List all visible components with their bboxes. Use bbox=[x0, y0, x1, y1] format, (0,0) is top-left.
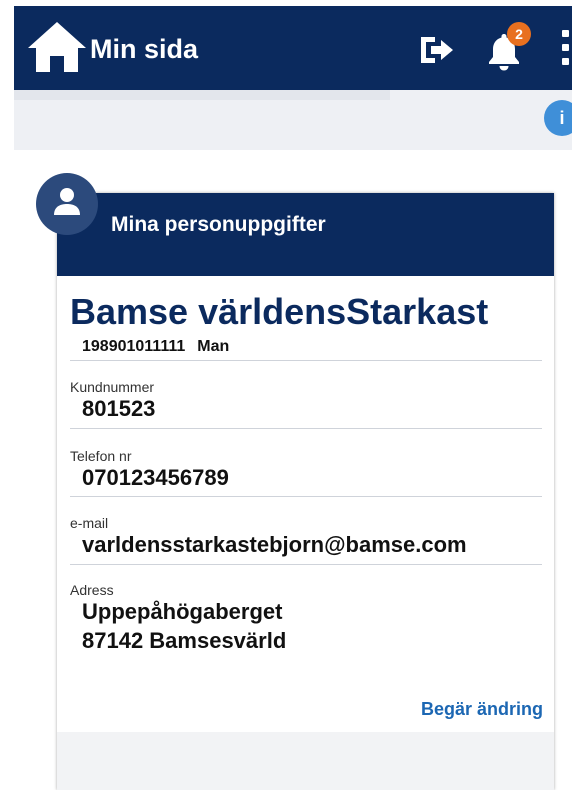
personal-info-card: Mina personuppgifter Bamse världensStark… bbox=[57, 193, 554, 790]
id-line: 198901011111 Man bbox=[82, 338, 241, 356]
field-value-telefon: 070123456789 bbox=[82, 465, 229, 490]
card-header: Mina personuppgifter bbox=[57, 193, 554, 276]
avatar bbox=[36, 173, 98, 235]
divider bbox=[70, 360, 542, 361]
field-value-kundnummer: 801523 bbox=[82, 396, 156, 421]
field-value-email: varldensstarkastebjorn@bamse.com bbox=[82, 532, 467, 557]
top-nav-bar: Min sida 2 bbox=[14, 6, 572, 90]
sub-bar: i bbox=[14, 90, 572, 150]
request-change-link[interactable]: Begär ändring bbox=[421, 699, 543, 720]
notification-badge: 2 bbox=[507, 22, 531, 46]
field-label-address: Adress bbox=[70, 582, 114, 598]
card-body: Bamse världensStarkast 198901011111 Man K… bbox=[57, 276, 554, 732]
field-label-telefon: Telefon nr bbox=[70, 448, 132, 464]
subbar-shadow bbox=[14, 90, 390, 100]
personnummer: 198901011111 bbox=[82, 338, 186, 355]
section-title: Mina personuppgifter bbox=[111, 213, 326, 236]
divider bbox=[70, 564, 542, 565]
address-line-2: 87142 Bamsesvärld bbox=[82, 628, 287, 653]
person-icon bbox=[54, 188, 80, 215]
divider bbox=[70, 428, 542, 429]
field-label-kundnummer: Kundnummer bbox=[70, 379, 155, 395]
home-icon[interactable] bbox=[26, 18, 88, 74]
divider bbox=[70, 496, 542, 497]
logout-icon[interactable] bbox=[417, 34, 457, 66]
gender: Man bbox=[197, 338, 230, 355]
app-title: Min sida bbox=[90, 34, 199, 64]
more-vertical-icon[interactable] bbox=[562, 30, 572, 74]
notifications-button[interactable]: 2 bbox=[484, 22, 531, 74]
customer-name: Bamse världensStarkast bbox=[70, 291, 489, 332]
field-label-email: e-mail bbox=[70, 515, 109, 531]
address-line-1: Uppepåhögaberget bbox=[82, 599, 283, 624]
info-icon[interactable]: i bbox=[544, 100, 572, 136]
